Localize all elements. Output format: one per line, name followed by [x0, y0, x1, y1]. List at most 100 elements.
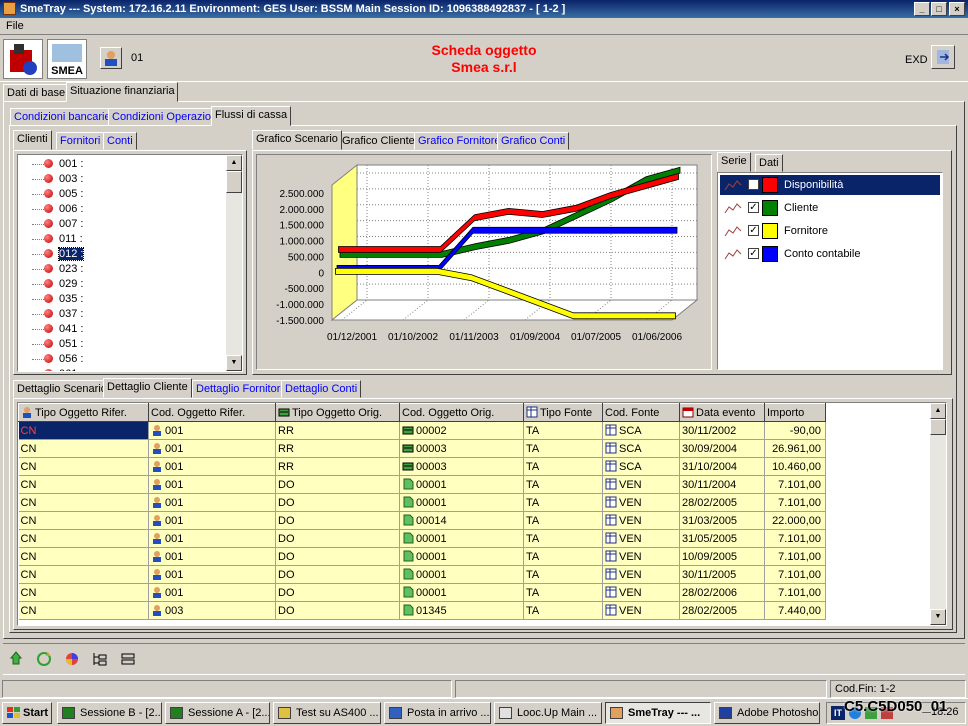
- tab-situazione-finanziaria[interactable]: Situazione finanziaria: [66, 82, 178, 102]
- tab-dettaglio-scenario[interactable]: Dettaglio Scenario: [13, 380, 111, 398]
- table-cell[interactable]: SCA: [602, 439, 680, 458]
- table-cell[interactable]: 30/11/2002: [679, 421, 765, 440]
- tab-clienti[interactable]: Clienti: [13, 130, 52, 150]
- table-cell[interactable]: TA: [523, 475, 603, 494]
- scroll-up-icon[interactable]: ▲: [226, 155, 242, 171]
- legend-item[interactable]: ✓ Fornitore: [720, 221, 940, 241]
- table-cell[interactable]: CN: [18, 565, 149, 584]
- client-tree[interactable]: 001 : 003 : 005 : 006 : 007 : 011 : 012 : 023 :…: [17, 154, 243, 372]
- tree-scrollbar[interactable]: ▲ ▼: [226, 155, 242, 371]
- table-cell[interactable]: 00001: [399, 583, 524, 602]
- tab-grafico-scenario[interactable]: Grafico Scenario: [252, 130, 342, 150]
- table-cell[interactable]: 00003: [399, 457, 524, 476]
- tab-dettaglio-fornitore[interactable]: Dettaglio Fornitore: [192, 380, 291, 398]
- table-cell[interactable]: 00014: [399, 511, 524, 530]
- tab-grafico-fornitore[interactable]: Grafico Fornitore: [414, 132, 505, 150]
- table-cell[interactable]: 001: [148, 457, 276, 476]
- table-cell[interactable]: RR: [275, 439, 400, 458]
- tab-dettaglio-conti[interactable]: Dettaglio Conti: [281, 380, 362, 398]
- table-cell[interactable]: VEN: [602, 583, 680, 602]
- table-cell[interactable]: DO: [275, 583, 400, 602]
- grid-scrollbar[interactable]: ▲ ▼: [930, 403, 946, 625]
- table-cell[interactable]: VEN: [602, 511, 680, 530]
- table-cell[interactable]: -90,00: [764, 421, 826, 440]
- table-cell[interactable]: CN: [18, 511, 149, 530]
- table-cell[interactable]: 001: [148, 493, 276, 512]
- tab-dati[interactable]: Dati: [755, 154, 783, 172]
- maximize-button[interactable]: □: [931, 2, 947, 16]
- table-cell[interactable]: 00001: [399, 529, 524, 548]
- table-cell[interactable]: 001: [148, 583, 276, 602]
- tree-item[interactable]: 029 :: [26, 277, 83, 292]
- table-cell[interactable]: 10/09/2005: [679, 547, 765, 566]
- scroll-down-icon[interactable]: ▼: [226, 355, 242, 371]
- tab-flussi-di-cassa[interactable]: Flussi di cassa: [211, 106, 292, 126]
- table-cell[interactable]: CN: [18, 439, 149, 458]
- table-cell[interactable]: 7.440,00: [764, 601, 826, 620]
- tree-item[interactable]: 001 :: [26, 157, 83, 172]
- table-cell[interactable]: CN: [18, 601, 149, 620]
- start-button[interactable]: Start: [2, 702, 52, 724]
- taskbar-button[interactable]: Test su AS400 ...: [273, 702, 381, 724]
- table-cell[interactable]: 01345: [399, 601, 524, 620]
- tab-fornitori[interactable]: Fornitori: [56, 132, 105, 150]
- tab-condizioni-bancarie[interactable]: Condizioni bancarie: [10, 108, 115, 126]
- table-row[interactable]: CN 001 DO 00001 TA VEN 10/09/2005 7.101,00: [18, 547, 826, 566]
- table-cell[interactable]: TA: [523, 529, 603, 548]
- taskbar-button[interactable]: Posta in arrivo ...: [384, 702, 491, 724]
- tree-item[interactable]: 041 :: [26, 322, 83, 337]
- column-header[interactable]: Cod. Fonte: [602, 403, 680, 422]
- table-cell[interactable]: CN: [18, 583, 149, 602]
- table-row[interactable]: CN 001 DO 00001 TA VEN 28/02/2006 7.101,00: [18, 583, 826, 602]
- tree-item[interactable]: 035 :: [26, 292, 83, 307]
- table-cell[interactable]: 31/03/2005: [679, 511, 765, 530]
- series-checkbox[interactable]: ✓: [748, 202, 759, 213]
- table-cell[interactable]: TA: [523, 493, 603, 512]
- close-button[interactable]: ×: [949, 2, 965, 16]
- tab-grafico-conti[interactable]: Grafico Conti: [497, 132, 570, 150]
- table-cell[interactable]: 22.000,00: [764, 511, 826, 530]
- tree-item[interactable]: 007 :: [26, 217, 83, 232]
- table-cell[interactable]: 00002: [399, 421, 524, 440]
- table-cell[interactable]: 28/02/2005: [679, 601, 765, 620]
- tree-item[interactable]: 011 :: [26, 232, 83, 247]
- taskbar-button[interactable]: Looc.Up Main ...: [494, 702, 602, 724]
- tab-dettaglio-cliente[interactable]: Dettaglio Cliente: [103, 378, 192, 398]
- table-cell[interactable]: 003: [148, 601, 276, 620]
- table-cell[interactable]: TA: [523, 547, 603, 566]
- table-cell[interactable]: TA: [523, 439, 603, 458]
- column-header[interactable]: Data evento: [679, 403, 765, 422]
- table-cell[interactable]: VEN: [602, 547, 680, 566]
- tree-item[interactable]: 005 :: [26, 187, 83, 202]
- language-indicator[interactable]: IT: [831, 706, 845, 720]
- legend-item[interactable]: ✓ Cliente: [720, 198, 940, 218]
- grid-scroll-down-icon[interactable]: ▼: [930, 609, 946, 625]
- series-checkbox[interactable]: ✓: [748, 225, 759, 236]
- legend-item[interactable]: ✓ Conto contabile: [720, 244, 940, 264]
- table-cell[interactable]: 00001: [399, 547, 524, 566]
- table-cell[interactable]: 31/05/2005: [679, 529, 765, 548]
- tree-button[interactable]: [91, 650, 111, 670]
- minimize-button[interactable]: _: [914, 2, 930, 16]
- tree-item[interactable]: 006 :: [26, 202, 83, 217]
- table-row[interactable]: CN 001 DO 00001 TA VEN 28/02/2005 7.101,00: [18, 493, 826, 512]
- list-button[interactable]: [119, 650, 139, 670]
- table-cell[interactable]: 7.101,00: [764, 493, 826, 512]
- taskbar-button[interactable]: Sessione A - [2...: [165, 702, 270, 724]
- table-cell[interactable]: CN: [18, 529, 149, 548]
- table-cell[interactable]: VEN: [602, 475, 680, 494]
- table-cell[interactable]: VEN: [602, 565, 680, 584]
- column-header[interactable]: Cod. Oggetto Orig.: [399, 403, 524, 422]
- column-header[interactable]: Importo: [764, 403, 826, 422]
- column-header[interactable]: Tipo Fonte: [523, 403, 603, 422]
- tree-item[interactable]: 061 :: [26, 367, 83, 371]
- table-cell[interactable]: DO: [275, 565, 400, 584]
- table-cell[interactable]: DO: [275, 511, 400, 530]
- tree-item[interactable]: 003 :: [26, 172, 83, 187]
- table-cell[interactable]: CN: [18, 547, 149, 566]
- table-cell[interactable]: CN: [18, 421, 149, 440]
- grid-scroll-up-icon[interactable]: ▲: [930, 403, 946, 419]
- tree-item[interactable]: 056 :: [26, 352, 83, 367]
- table-cell[interactable]: 7.101,00: [764, 583, 826, 602]
- tree-item[interactable]: 023 :: [26, 262, 83, 277]
